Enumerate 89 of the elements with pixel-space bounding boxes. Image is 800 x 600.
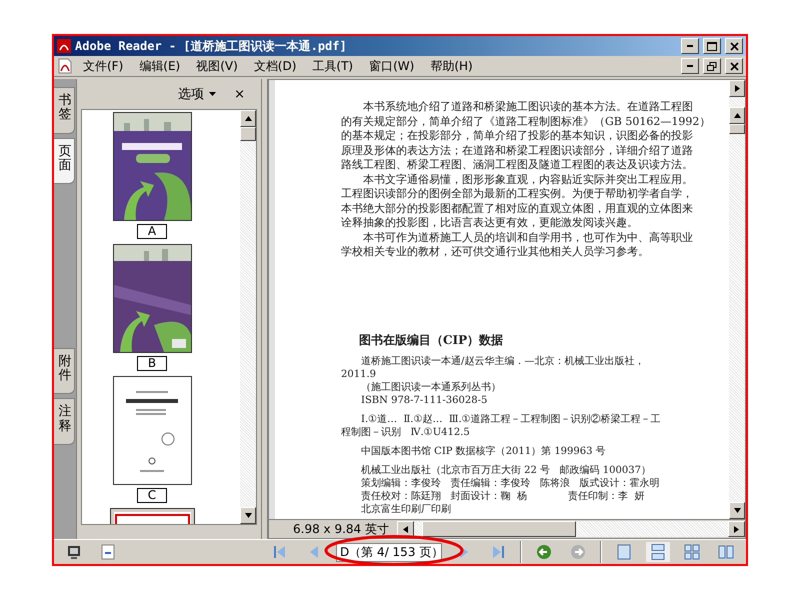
catalog-line: 2011.9 — [341, 368, 377, 380]
scrollbar[interactable] — [240, 110, 256, 524]
page-number-field[interactable]: D（第 4/ 153 页） — [336, 542, 442, 562]
continuous-pages-icon — [650, 544, 666, 560]
maximize-button[interactable] — [703, 38, 721, 54]
app-logo-icon — [57, 39, 71, 53]
expand-button[interactable] — [729, 80, 745, 97]
menu-item[interactable]: 文档(D) — [248, 58, 302, 74]
body-text-line: 诠释抽象的投影图，比语言表达更有效，更能激发阅读兴趣。 — [341, 216, 639, 230]
panel-splitter[interactable] — [261, 79, 268, 539]
restore-icon — [707, 62, 717, 70]
body-text-line: 本书可作为道桥施工人员的培训和自学用书，也可作为中、高等职业 — [362, 230, 694, 245]
menu-item[interactable]: 文件(F) — [77, 58, 130, 74]
scroll-down-button[interactable] — [729, 502, 745, 519]
body-text-line: 本书文字通俗易懂，图形形象直观，内容贴近实际并突出工程应用。 — [362, 172, 694, 187]
catalog-line: 机械工业出版社（北京市百万庄大街 22 号 邮政编码 100037） — [360, 464, 652, 476]
monitor-icon — [66, 544, 82, 560]
scrollbar-thumb[interactable] — [729, 124, 745, 134]
close-button[interactable] — [725, 58, 743, 74]
first-page-icon — [272, 544, 288, 560]
menu-item[interactable]: 视图(V) — [190, 58, 244, 74]
body-text-line: 原理及形体的表达方法；在道路和桥梁工程图识读部分，详细介绍了道路 — [341, 144, 694, 158]
close-button[interactable] — [725, 38, 743, 54]
right-arrow-icon — [734, 85, 740, 92]
minimize-icon — [687, 45, 693, 47]
side-tab[interactable]: 注释 — [54, 398, 75, 445]
scroll-down-button[interactable] — [240, 507, 256, 524]
scroll-right-button[interactable] — [728, 521, 746, 537]
forward-icon — [570, 544, 586, 560]
last-page-icon — [490, 544, 506, 560]
page-layout-button[interactable] — [646, 542, 670, 562]
down-arrow-icon — [244, 512, 252, 519]
scrollbar[interactable] — [729, 80, 745, 519]
caret-icon — [209, 92, 216, 96]
minimize-icon — [687, 65, 693, 67]
scrollbar-thumb[interactable] — [240, 127, 256, 141]
two-pages-icon — [718, 544, 734, 560]
scroll-up-button[interactable] — [729, 107, 745, 124]
right-arrow-icon — [733, 526, 740, 532]
side-tab[interactable]: 附件 — [54, 348, 75, 394]
body-text-line: 的有关规定部分，简单介绍了《道路工程制图标准》（GB 50162—1992） — [341, 114, 712, 129]
thumbnail-label: B — [136, 356, 168, 371]
page-minus-icon — [100, 544, 116, 560]
grid-pages-icon — [684, 544, 700, 560]
menu-item[interactable]: 工具(T) — [306, 58, 360, 74]
catalog-line: 道桥施工图识读一本通/赵云华主编．—北京：机械工业出版社， — [360, 354, 646, 368]
section-heading: 图书在版编目（CIP）数据 — [359, 332, 504, 348]
horizontal-scrollbar[interactable] — [396, 521, 745, 537]
catalog-line: 中国版本图书馆 CIP 数据核字（2011）第 199963 号 — [360, 444, 607, 458]
menu-item[interactable]: 帮助(H) — [424, 58, 479, 74]
document-icon — [57, 58, 73, 74]
close-icon — [730, 42, 738, 50]
back-icon — [536, 544, 552, 560]
thumbnail-label: C — [136, 488, 168, 503]
down-arrow-icon — [734, 507, 740, 514]
minimize-button[interactable] — [681, 38, 699, 54]
window-title: Adobe Reader - [道桥施工图识读一本通.pdf] — [75, 38, 348, 54]
maximize-icon — [707, 42, 717, 50]
body-text-line: 学校相关专业的教材，还可供交通行业其他相关人员学习参考。 — [341, 245, 650, 260]
restore-button[interactable] — [703, 58, 721, 74]
scroll-left-button[interactable] — [396, 521, 414, 537]
up-arrow-icon — [734, 112, 740, 119]
body-text-line: 本书绝大部分的投影图都配置了相对应的直观立体图，用直观的立体图来 — [341, 202, 694, 216]
up-arrow-icon — [244, 115, 252, 122]
side-tab[interactable]: 书签 — [54, 87, 75, 134]
left-arrow-icon — [402, 526, 409, 532]
menu-item[interactable]: 编辑(E) — [133, 58, 186, 74]
catalog-line: Ⅰ.①道… Ⅱ.①赵… Ⅲ.①道路工程－工程制图－识别②桥梁工程－工 — [360, 412, 662, 426]
side-tab[interactable]: 页面 — [54, 138, 75, 184]
thumbnail-label: A — [136, 224, 168, 239]
body-text-line: 本书系统地介绍了道路和桥梁施工图识读的基本方法。在道路工程图 — [362, 100, 694, 114]
catalog-line: （施工图识读一本通系列丛书） — [360, 380, 502, 394]
options-button[interactable]: 选项 — [178, 85, 216, 103]
scroll-up-button[interactable] — [240, 110, 256, 127]
close-panel-button[interactable]: × — [234, 86, 245, 102]
body-text-line: 路线工程图、桥梁工程图、涵洞工程图及隧道工程图的表达及识读方法。 — [341, 158, 694, 172]
page-size-text: 6.98 x 9.84 英寸 — [292, 520, 390, 538]
body-text-line: 工程图识读部分的图例全部为最新的工程实例。为便于帮助初学者自学， — [341, 187, 694, 202]
catalog-line: ISBN 978-7-111-36028-5 — [360, 394, 488, 406]
minimize-button[interactable] — [681, 58, 699, 74]
catalog-line: 策划编辑：李俊玲 责任编辑：李俊玲 陈将浪 版式设计：霍永明 — [360, 476, 661, 490]
body-text-line: 的基本规定；在投影部分，简单介绍了投影的基本知识，识图必备的投影 — [341, 129, 694, 144]
catalog-line: 责任校对：陈廷翔 封面设计：鞠 杨 责任印制：李 妍 — [360, 490, 646, 502]
catalog-line: 程制图－识别 Ⅳ.①U412.5 — [341, 426, 471, 438]
menu-item[interactable]: 窗口(W) — [363, 58, 420, 74]
catalog-line: 北京富生印刷厂印刷 — [360, 502, 452, 516]
scrollbar-thumb[interactable] — [422, 521, 576, 537]
single-page-icon — [616, 544, 632, 560]
close-icon — [730, 62, 738, 70]
